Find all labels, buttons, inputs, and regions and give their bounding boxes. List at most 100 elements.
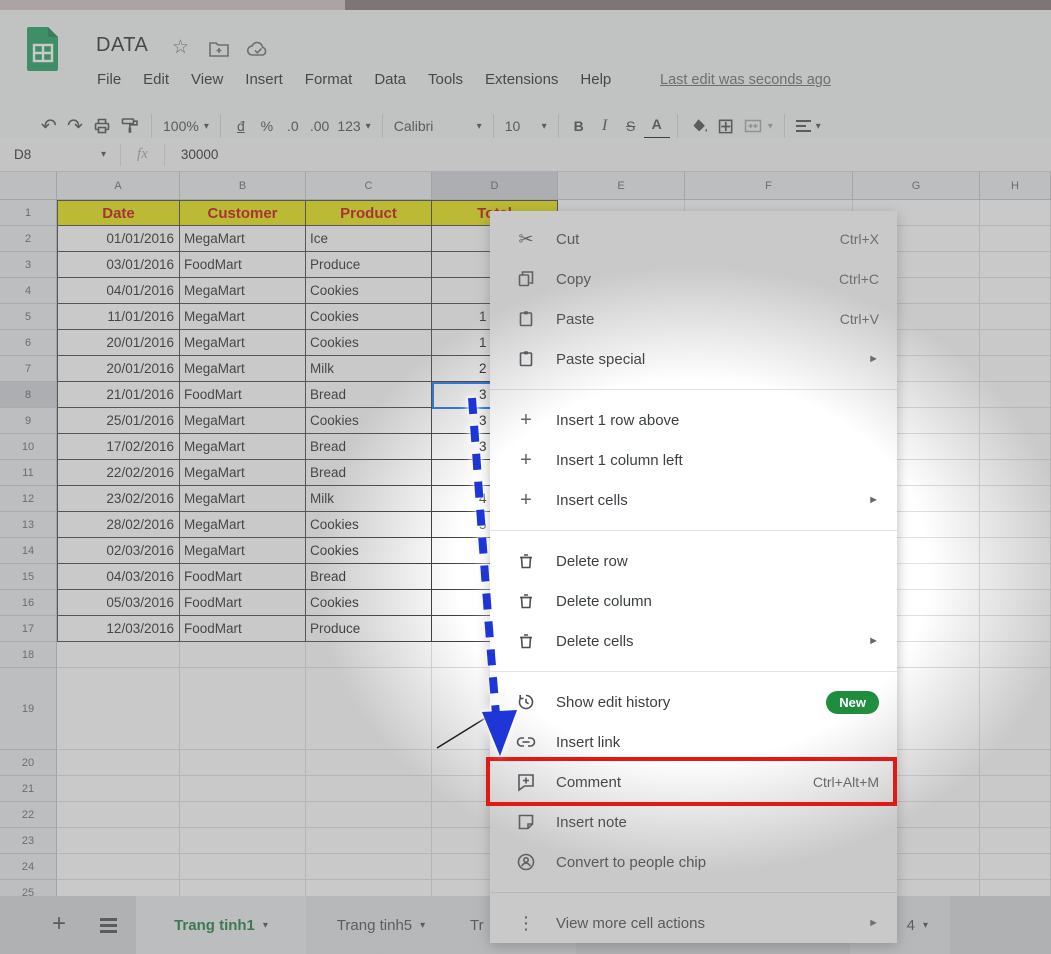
text-color-button[interactable]: A — [644, 112, 670, 140]
cell-C14[interactable]: Cookies — [306, 538, 432, 564]
cell-B5[interactable]: MegaMart — [180, 304, 306, 330]
zoom-select[interactable]: 100%▾ — [159, 112, 213, 140]
formula-input[interactable]: 30000 — [181, 147, 219, 162]
cell-C19[interactable] — [306, 668, 432, 750]
cell-B8[interactable]: FoodMart — [180, 382, 306, 408]
sheet-tab-2[interactable]: Trang tinh5▾ — [306, 896, 456, 954]
col-header-H[interactable]: H — [980, 172, 1051, 200]
merge-cells-button[interactable]: ▾ — [739, 112, 777, 140]
menu-item-convert-people-chip[interactable]: Convert to people chip — [490, 842, 897, 882]
cell-B18[interactable] — [180, 642, 306, 668]
row-header-17[interactable]: 17 — [0, 616, 57, 642]
cell-H14[interactable] — [980, 538, 1051, 564]
cell-B1[interactable]: Customer — [180, 200, 306, 226]
cell-A10[interactable]: 17/02/2016 — [57, 434, 180, 460]
last-edit-link[interactable]: Last edit was seconds ago — [660, 72, 831, 88]
row-header-13[interactable]: 13 — [0, 512, 57, 538]
cell-B2[interactable]: MegaMart — [180, 226, 306, 252]
name-box-caret-icon[interactable]: ▾ — [101, 149, 106, 160]
row-header-2[interactable]: 2 — [0, 226, 57, 252]
cell-B14[interactable]: MegaMart — [180, 538, 306, 564]
cell-A1[interactable]: Date — [57, 200, 180, 226]
cell-H5[interactable] — [980, 304, 1051, 330]
cell-B9[interactable]: MegaMart — [180, 408, 306, 434]
cell-A17[interactable]: 12/03/2016 — [57, 616, 180, 642]
cell-A24[interactable] — [57, 854, 180, 880]
row-header-5[interactable]: 5 — [0, 304, 57, 330]
add-sheet-button[interactable]: + — [52, 910, 66, 938]
cell-C21[interactable] — [306, 776, 432, 802]
redo-button[interactable]: ↷ — [62, 112, 88, 140]
col-header-A[interactable]: A — [57, 172, 180, 200]
menu-item-delete-row[interactable]: Delete row — [490, 541, 897, 581]
menubar-item-format[interactable]: Format — [294, 67, 364, 92]
cell-C15[interactable]: Bread — [306, 564, 432, 590]
cell-B17[interactable]: FoodMart — [180, 616, 306, 642]
cell-H9[interactable] — [980, 408, 1051, 434]
menu-item-delete-cells[interactable]: Delete cells► — [490, 621, 897, 661]
cell-C8[interactable]: Bread — [306, 382, 432, 408]
row-header-6[interactable]: 6 — [0, 330, 57, 356]
menu-item-show-edit-history[interactable]: Show edit historyNew — [490, 682, 897, 722]
col-header-G[interactable]: G — [853, 172, 980, 200]
sheet-tab-1[interactable]: Trang tinh1▾ — [136, 896, 306, 954]
cell-H7[interactable] — [980, 356, 1051, 382]
menubar-item-file[interactable]: File — [86, 67, 132, 92]
all-sheets-button[interactable] — [100, 918, 117, 936]
row-header-15[interactable]: 15 — [0, 564, 57, 590]
tab-caret-icon[interactable]: ▾ — [420, 920, 425, 931]
paint-format-button[interactable] — [116, 112, 144, 140]
cell-A25[interactable] — [57, 880, 180, 896]
bold-button[interactable]: B — [566, 112, 592, 140]
cell-H18[interactable] — [980, 642, 1051, 668]
row-header-14[interactable]: 14 — [0, 538, 57, 564]
cell-A23[interactable] — [57, 828, 180, 854]
cell-H15[interactable] — [980, 564, 1051, 590]
menu-item-delete-column[interactable]: Delete column — [490, 581, 897, 621]
cell-A4[interactable]: 04/01/2016 — [57, 278, 180, 304]
row-header-12[interactable]: 12 — [0, 486, 57, 512]
increase-decimals-button[interactable]: .00 — [306, 112, 333, 140]
cell-C7[interactable]: Milk — [306, 356, 432, 382]
cell-C24[interactable] — [306, 854, 432, 880]
print-button[interactable] — [88, 112, 116, 140]
cell-H16[interactable] — [980, 590, 1051, 616]
row-header-24[interactable]: 24 — [0, 854, 57, 880]
cell-C13[interactable]: Cookies — [306, 512, 432, 538]
cell-H24[interactable] — [980, 854, 1051, 880]
cell-B25[interactable] — [180, 880, 306, 896]
cell-A9[interactable]: 25/01/2016 — [57, 408, 180, 434]
cloud-status-icon[interactable] — [246, 39, 270, 64]
borders-button[interactable]: ⊞ — [713, 112, 739, 140]
cell-H23[interactable] — [980, 828, 1051, 854]
menu-item-paste-special[interactable]: Paste special► — [490, 339, 897, 379]
cell-C17[interactable]: Produce — [306, 616, 432, 642]
sheets-logo[interactable] — [26, 26, 60, 77]
cell-A16[interactable]: 05/03/2016 — [57, 590, 180, 616]
currency-format-button[interactable]: đ — [228, 112, 254, 140]
fill-color-button[interactable] — [685, 112, 713, 140]
cell-B4[interactable]: MegaMart — [180, 278, 306, 304]
cell-H25[interactable] — [980, 880, 1051, 896]
row-header-4[interactable]: 4 — [0, 278, 57, 304]
col-header-C[interactable]: C — [306, 172, 432, 200]
cell-H1[interactable] — [980, 200, 1051, 226]
cell-H21[interactable] — [980, 776, 1051, 802]
cell-B10[interactable]: MegaMart — [180, 434, 306, 460]
row-header-3[interactable]: 3 — [0, 252, 57, 278]
cell-C9[interactable]: Cookies — [306, 408, 432, 434]
font-size-select[interactable]: 10▾ — [501, 112, 551, 140]
cell-B7[interactable]: MegaMart — [180, 356, 306, 382]
menubar-item-data[interactable]: Data — [363, 67, 417, 92]
cell-C2[interactable]: Ice — [306, 226, 432, 252]
col-header-E[interactable]: E — [558, 172, 685, 200]
menu-item-paste[interactable]: PasteCtrl+V — [490, 299, 897, 339]
cell-A18[interactable] — [57, 642, 180, 668]
cell-A6[interactable]: 20/01/2016 — [57, 330, 180, 356]
row-header-19[interactable]: 19 — [0, 668, 57, 750]
cell-C10[interactable]: Bread — [306, 434, 432, 460]
cell-B11[interactable]: MegaMart — [180, 460, 306, 486]
cell-C23[interactable] — [306, 828, 432, 854]
cell-A14[interactable]: 02/03/2016 — [57, 538, 180, 564]
cell-A20[interactable] — [57, 750, 180, 776]
